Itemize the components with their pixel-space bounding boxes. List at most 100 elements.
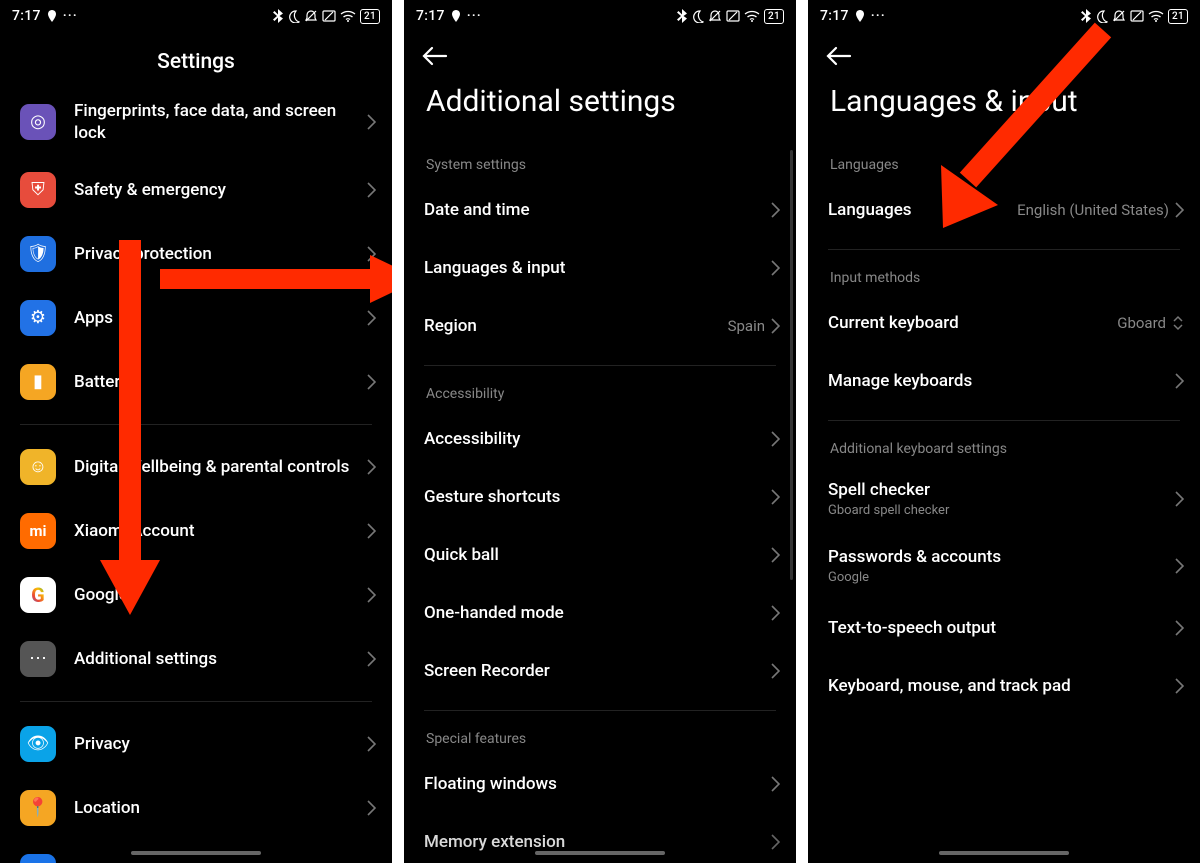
row-quick-ball[interactable]: Quick ball	[404, 526, 796, 584]
row-floating-windows[interactable]: Floating windows	[404, 755, 796, 813]
divider	[828, 420, 1180, 421]
home-indicator[interactable]	[535, 851, 665, 855]
row-spell-checker[interactable]: Spell checker Gboard spell checker	[808, 465, 1200, 532]
chevron-right-icon	[367, 374, 376, 390]
row-wellbeing[interactable]: ☺ Digital Wellbeing & parental controls	[0, 435, 392, 499]
row-label: Languages	[828, 199, 1017, 221]
row-date-time[interactable]: Date and time	[404, 181, 796, 239]
moon-icon	[287, 10, 300, 23]
chevron-right-icon	[771, 260, 780, 276]
section-languages: Languages	[808, 147, 1200, 181]
chevron-right-icon	[771, 318, 780, 334]
row-memory-extension[interactable]: Memory extension	[404, 813, 796, 863]
section-system-settings: System settings	[404, 147, 796, 181]
row-one-handed[interactable]: One-handed mode	[404, 584, 796, 642]
row-label: Spell checker	[828, 479, 1175, 501]
chevron-right-icon	[771, 431, 780, 447]
back-button[interactable]	[422, 46, 778, 66]
section-accessibility: Accessibility	[404, 376, 796, 410]
row-location[interactable]: 📍 Location	[0, 776, 392, 840]
row-label: Manage keyboards	[828, 370, 1175, 392]
location-icon	[855, 10, 865, 22]
row-screen-recorder[interactable]: Screen Recorder	[404, 642, 796, 700]
scrollbar[interactable]	[790, 150, 793, 580]
row-privacy[interactable]: 👁 Privacy	[0, 712, 392, 776]
row-apps[interactable]: ⚙ Apps	[0, 286, 392, 350]
fingerprint-icon: ◎	[20, 104, 56, 140]
row-label: Screen Recorder	[424, 660, 771, 682]
moon-icon	[1095, 10, 1108, 23]
dnd-icon	[708, 9, 722, 23]
row-label: Battery	[74, 371, 367, 393]
row-fingerprint[interactable]: ◎ Fingerprints, face data, and screen lo…	[0, 96, 392, 158]
row-label: One-handed mode	[424, 602, 771, 624]
row-gesture-shortcuts[interactable]: Gesture shortcuts	[404, 468, 796, 526]
chevron-right-icon	[367, 459, 376, 475]
bluetooth-icon	[273, 9, 283, 23]
row-region[interactable]: Region Spain	[404, 297, 796, 355]
row-label: Digital Wellbeing & parental controls	[74, 456, 367, 478]
page-title: Settings	[0, 32, 392, 96]
location-icon	[47, 10, 57, 22]
home-indicator[interactable]	[131, 851, 261, 855]
row-privacy-protection[interactable]: 🛡 Privacy protection	[0, 222, 392, 286]
row-languages-input[interactable]: Languages & input	[404, 239, 796, 297]
chevron-right-icon	[771, 605, 780, 621]
chevron-right-icon	[367, 587, 376, 603]
home-indicator[interactable]	[939, 851, 1069, 855]
row-label: Languages & input	[424, 257, 771, 279]
row-label: Fingerprints, face data, and screen lock	[74, 100, 367, 144]
row-label: Keyboard, mouse, and track pad	[828, 675, 1175, 697]
row-label: Google	[74, 584, 367, 606]
chevron-right-icon	[771, 489, 780, 505]
chevron-right-icon	[1175, 678, 1184, 694]
row-manage-keyboards[interactable]: Manage keyboards	[808, 352, 1200, 410]
row-label: Text-to-speech output	[828, 617, 1175, 639]
status-time: 7:17	[12, 8, 41, 24]
row-keyboard-mouse-trackpad[interactable]: Keyboard, mouse, and track pad	[808, 657, 1200, 715]
chevron-right-icon	[771, 776, 780, 792]
row-google[interactable]: G Google	[0, 563, 392, 627]
battery-indicator: 21	[1168, 9, 1188, 24]
bluetooth-icon	[677, 9, 687, 23]
feedback-icon: ?	[20, 854, 56, 863]
row-additional-settings[interactable]: ⋯ Additional settings	[0, 627, 392, 691]
row-sublabel: Google	[828, 570, 1175, 585]
alarm-off-icon	[322, 10, 336, 22]
status-bar: 7:17 ··· 21	[808, 0, 1200, 32]
row-label: Passwords & accounts	[828, 546, 1175, 568]
page-title: Languages & input	[808, 66, 1200, 147]
location-pin-icon: 📍	[20, 790, 56, 826]
chevron-right-icon	[1175, 202, 1184, 218]
divider	[828, 249, 1180, 250]
row-passwords-accounts[interactable]: Passwords & accounts Google	[808, 532, 1200, 599]
back-button[interactable]	[826, 46, 1182, 66]
wellbeing-icon: ☺	[20, 449, 56, 485]
row-label: Quick ball	[424, 544, 771, 566]
row-label: Privacy protection	[74, 243, 367, 265]
row-sublabel: Gboard spell checker	[828, 503, 1175, 518]
alarm-off-icon	[726, 10, 740, 22]
chevron-right-icon	[771, 834, 780, 850]
row-current-keyboard[interactable]: Current keyboard Gboard	[808, 294, 1200, 352]
status-time: 7:17	[416, 8, 445, 24]
row-battery[interactable]: ▮ Battery	[0, 350, 392, 414]
row-value: English (United States)	[1017, 201, 1169, 219]
divider	[424, 710, 776, 711]
row-languages[interactable]: Languages English (United States)	[808, 181, 1200, 239]
row-accessibility[interactable]: Accessibility	[404, 410, 796, 468]
chevron-right-icon	[367, 182, 376, 198]
location-icon	[451, 10, 461, 22]
chevron-right-icon	[367, 523, 376, 539]
chevron-right-icon	[1175, 491, 1184, 507]
row-xiaomi-account[interactable]: mi Xiaomi Account	[0, 499, 392, 563]
privacy-icon: 👁	[20, 726, 56, 762]
section-special-features: Special features	[404, 721, 796, 755]
shield-icon: 🛡	[20, 236, 56, 272]
row-safety[interactable]: ⛨ Safety & emergency	[0, 158, 392, 222]
row-tts-output[interactable]: Text-to-speech output	[808, 599, 1200, 657]
row-label: Safety & emergency	[74, 179, 367, 201]
section-keyboard-settings: Additional keyboard settings	[808, 431, 1200, 465]
divider	[424, 365, 776, 366]
chevron-right-icon	[367, 736, 376, 752]
